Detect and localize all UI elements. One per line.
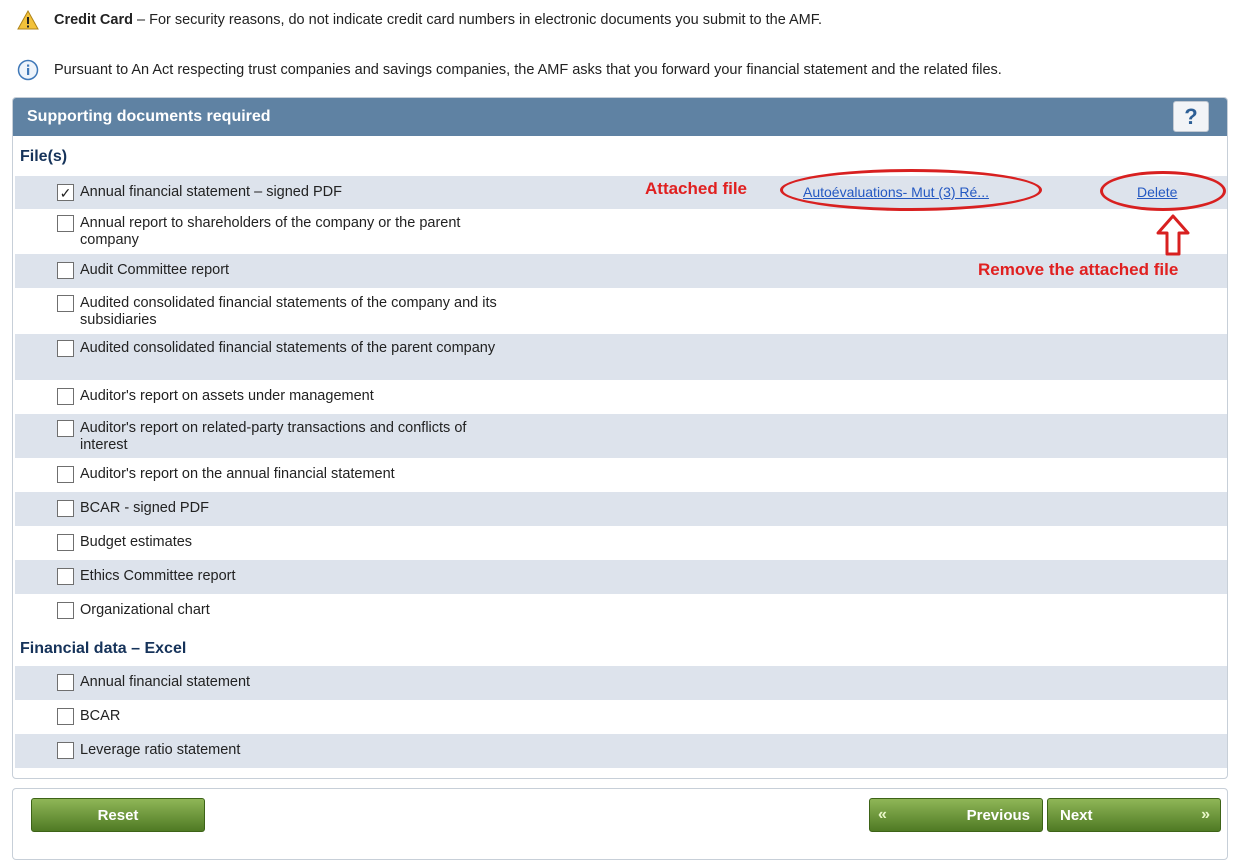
previous-button[interactable]: « Previous: [869, 798, 1043, 832]
file-row: Budget estimates: [15, 526, 1227, 560]
financial-checkbox[interactable]: [57, 674, 74, 691]
double-chevron-right-icon: »: [1201, 806, 1210, 823]
file-row: Auditor's report on the annual financial…: [15, 458, 1227, 492]
financial-label: Leverage ratio statement: [80, 742, 241, 758]
financial-section-title: Financial data – Excel: [20, 640, 187, 657]
file-checkbox[interactable]: [57, 262, 74, 279]
next-button[interactable]: Next »: [1047, 798, 1221, 832]
file-checkbox[interactable]: [57, 295, 74, 312]
file-row: Annual report to shareholders of the com…: [15, 209, 1227, 254]
file-checkbox[interactable]: [57, 568, 74, 585]
warning-icon: [16, 8, 40, 32]
credit-card-text: – For security reasons, do not indicate …: [132, 12, 823, 28]
file-checkbox[interactable]: ✓: [57, 184, 74, 201]
financial-row: Leverage ratio statement: [15, 734, 1227, 768]
file-label: Auditor's report on assets under managem…: [80, 388, 374, 404]
file-label: Annual financial statement – signed PDF: [80, 184, 342, 200]
next-label: Next: [1060, 806, 1093, 824]
panel-header: Supporting documents required ?: [13, 98, 1227, 136]
info-icon: [16, 58, 40, 82]
reset-button[interactable]: Reset: [31, 798, 205, 832]
file-row: Auditor's report on related-party transa…: [15, 414, 1227, 458]
file-label: Audit Committee report: [80, 262, 230, 278]
financial-checkbox[interactable]: [57, 708, 74, 725]
file-label: Organizational chart: [80, 602, 210, 618]
reset-label: Reset: [97, 806, 139, 824]
file-label: Audited consolidated financial statement…: [80, 340, 496, 356]
double-chevron-left-icon: «: [878, 806, 887, 823]
financial-row: Annual financial statement: [15, 666, 1227, 700]
financial-row: BCAR: [15, 700, 1227, 734]
info-text: Pursuant to An Act respecting trust comp…: [54, 62, 1002, 78]
remove-file-annotation: Remove the attached file: [978, 260, 1179, 279]
attached-file-highlight: [780, 169, 1042, 211]
panel-title: Supporting documents required: [27, 108, 271, 125]
delete-highlight: [1100, 171, 1226, 211]
footer-bar: Reset « Previous Next »: [12, 788, 1228, 860]
file-row: Audited consolidated financial statement…: [15, 334, 1227, 380]
file-label: Annual report to shareholders of the com…: [80, 215, 461, 248]
file-checkbox[interactable]: [57, 534, 74, 551]
file-checkbox[interactable]: [57, 466, 74, 483]
attached-file-annotation: Attached file: [645, 179, 748, 198]
up-arrow-icon: [1156, 214, 1190, 261]
supporting-documents-panel: Supporting documents required ? File(s) …: [12, 97, 1228, 779]
file-checkbox[interactable]: [57, 340, 74, 357]
file-row: Auditor's report on assets under managem…: [15, 380, 1227, 414]
file-checkbox[interactable]: [57, 420, 74, 437]
file-checkbox[interactable]: [57, 388, 74, 405]
financial-label: BCAR: [80, 708, 121, 724]
credit-card-warning: Credit Card – For security reasons, do n…: [16, 8, 822, 32]
file-row: ✓ Annual financial statement – signed PD…: [15, 176, 1227, 209]
file-label: BCAR - signed PDF: [80, 500, 209, 516]
file-checkbox[interactable]: [57, 602, 74, 619]
previous-label: Previous: [966, 806, 1030, 824]
file-row: Organizational chart: [15, 594, 1227, 628]
financial-label: Annual financial statement: [80, 674, 251, 690]
file-row: Ethics Committee report: [15, 560, 1227, 594]
file-row: Audited consolidated financial statement…: [15, 288, 1227, 334]
file-checkbox[interactable]: [57, 215, 74, 232]
credit-card-label: Credit Card: [54, 12, 133, 28]
help-button[interactable]: ?: [1173, 101, 1209, 132]
files-section-title: File(s): [20, 148, 68, 165]
info-notice: Pursuant to An Act respecting trust comp…: [16, 58, 1002, 82]
file-checkbox[interactable]: [57, 500, 74, 517]
financial-checkbox[interactable]: [57, 742, 74, 759]
file-label: Auditor's report on related-party transa…: [80, 420, 467, 453]
file-label: Budget estimates: [80, 534, 193, 550]
file-row: BCAR - signed PDF: [15, 492, 1227, 526]
file-label: Ethics Committee report: [80, 568, 236, 584]
file-label: Auditor's report on the annual financial…: [80, 466, 395, 482]
file-label: Audited consolidated financial statement…: [80, 295, 497, 328]
